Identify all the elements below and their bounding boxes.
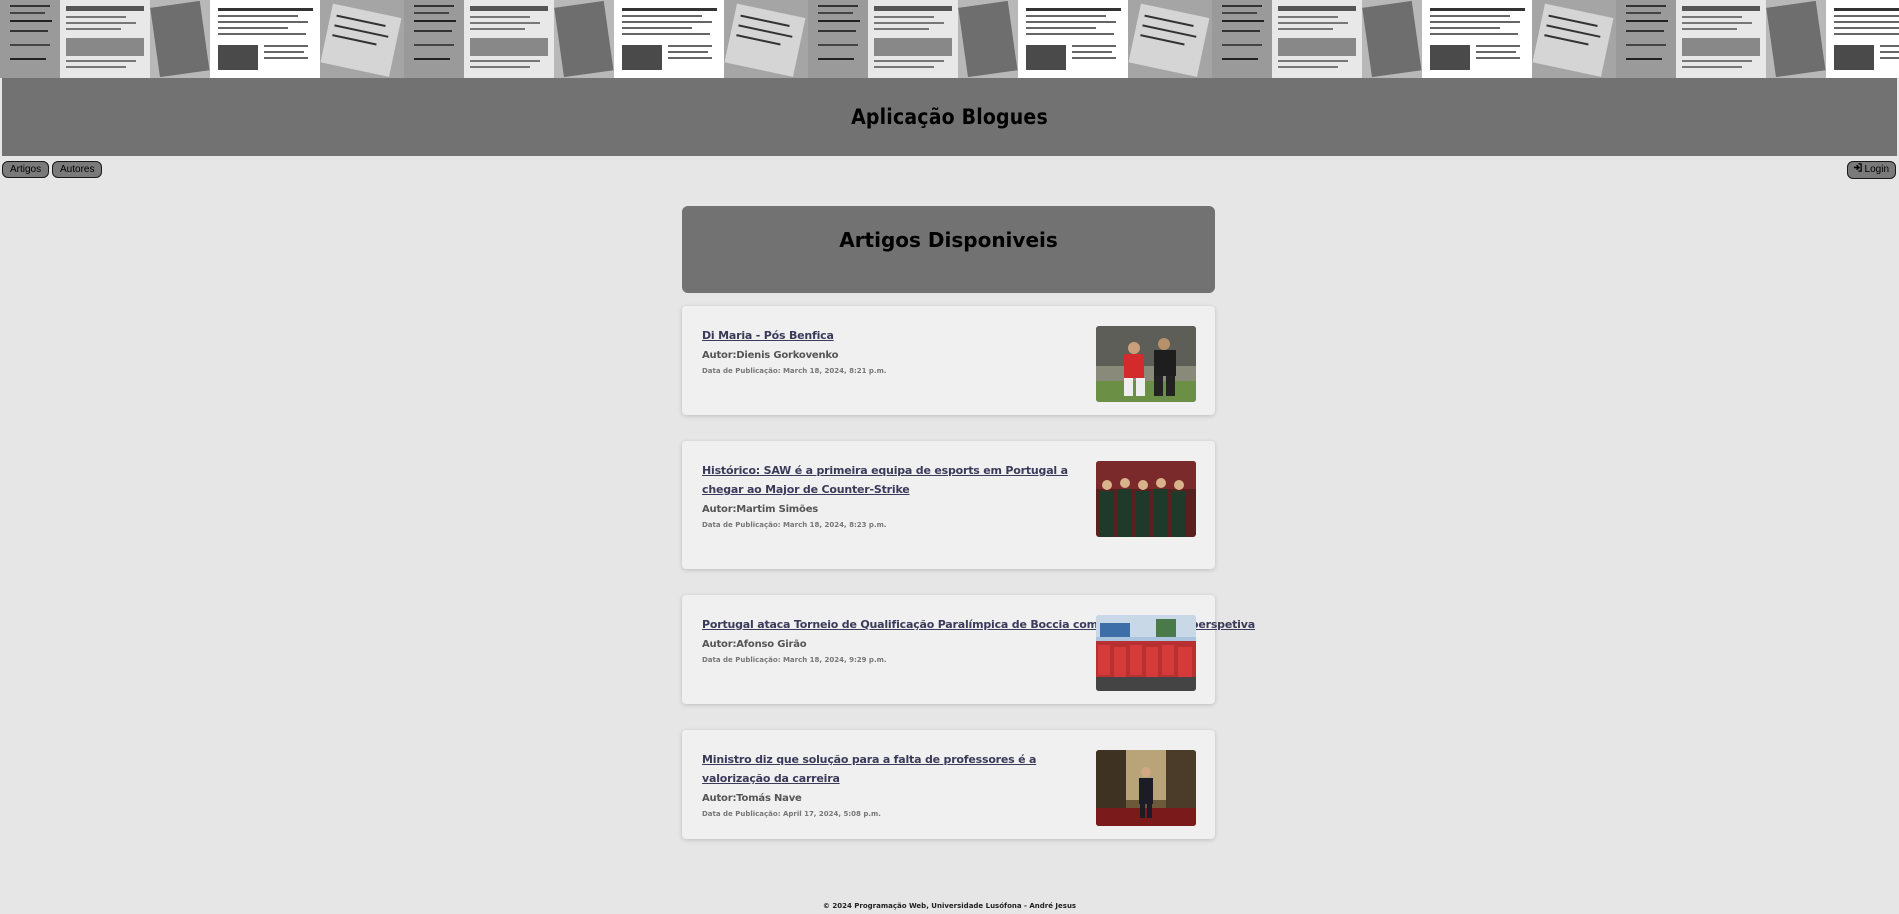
article-title-link[interactable]: Di Maria - Pós Benfica: [702, 326, 1097, 345]
article-thumbnail[interactable]: [1096, 461, 1196, 537]
nav-artigos-button[interactable]: Artigos: [2, 161, 50, 178]
article-author: Autor:Afonso Girão: [702, 639, 807, 650]
article-author: Autor:Tomás Nave: [702, 793, 802, 804]
article-date: Data de Publicação: March 18, 2024, 9:29…: [702, 656, 887, 664]
site-title: Aplicação Blogues: [851, 105, 1048, 129]
login-button[interactable]: Login: [1846, 161, 1896, 179]
article-thumbnail[interactable]: [1096, 326, 1196, 402]
login-label: Login: [1864, 164, 1889, 175]
site-title-bar: Aplicação Blogues: [2, 78, 1897, 156]
article-card: Di Maria - Pós Benfica Autor:Dienis Gork…: [682, 306, 1215, 415]
article-thumbnail[interactable]: [1096, 750, 1196, 826]
article-thumbnail[interactable]: [1096, 615, 1196, 691]
article-title-link[interactable]: Histórico: SAW é a primeira equipa de es…: [702, 461, 1097, 499]
nav-autores-button[interactable]: Autores: [52, 161, 103, 178]
article-author: Autor:Martim Simões: [702, 504, 819, 515]
header-banner-image: [0, 0, 1899, 78]
article-title-link[interactable]: Portugal ataca Torneio de Qualificação P…: [702, 615, 1255, 634]
article-author: Autor:Dienis Gorkovenko: [702, 350, 839, 361]
sign-in-icon: [1853, 162, 1862, 178]
article-card: Histórico: SAW é a primeira equipa de es…: [682, 441, 1215, 569]
article-title-link[interactable]: Ministro diz que solução para a falta de…: [702, 750, 1097, 788]
articles-heading: Artigos Disponiveis: [839, 228, 1058, 252]
article-date: Data de Publicação: March 18, 2024, 8:21…: [702, 367, 887, 375]
articles-heading-box: Artigos Disponiveis: [682, 206, 1215, 293]
footer-copyright: © 2024 Programação Web, Universidade Lus…: [822, 902, 1077, 910]
article-date: Data de Publicação: March 18, 2024, 8:23…: [702, 521, 887, 529]
article-card: Portugal ataca Torneio de Qualificação P…: [682, 595, 1255, 704]
article-date: Data de Publicação: April 17, 2024, 5:08…: [702, 810, 881, 818]
article-card: Ministro diz que solução para a falta de…: [682, 730, 1215, 839]
